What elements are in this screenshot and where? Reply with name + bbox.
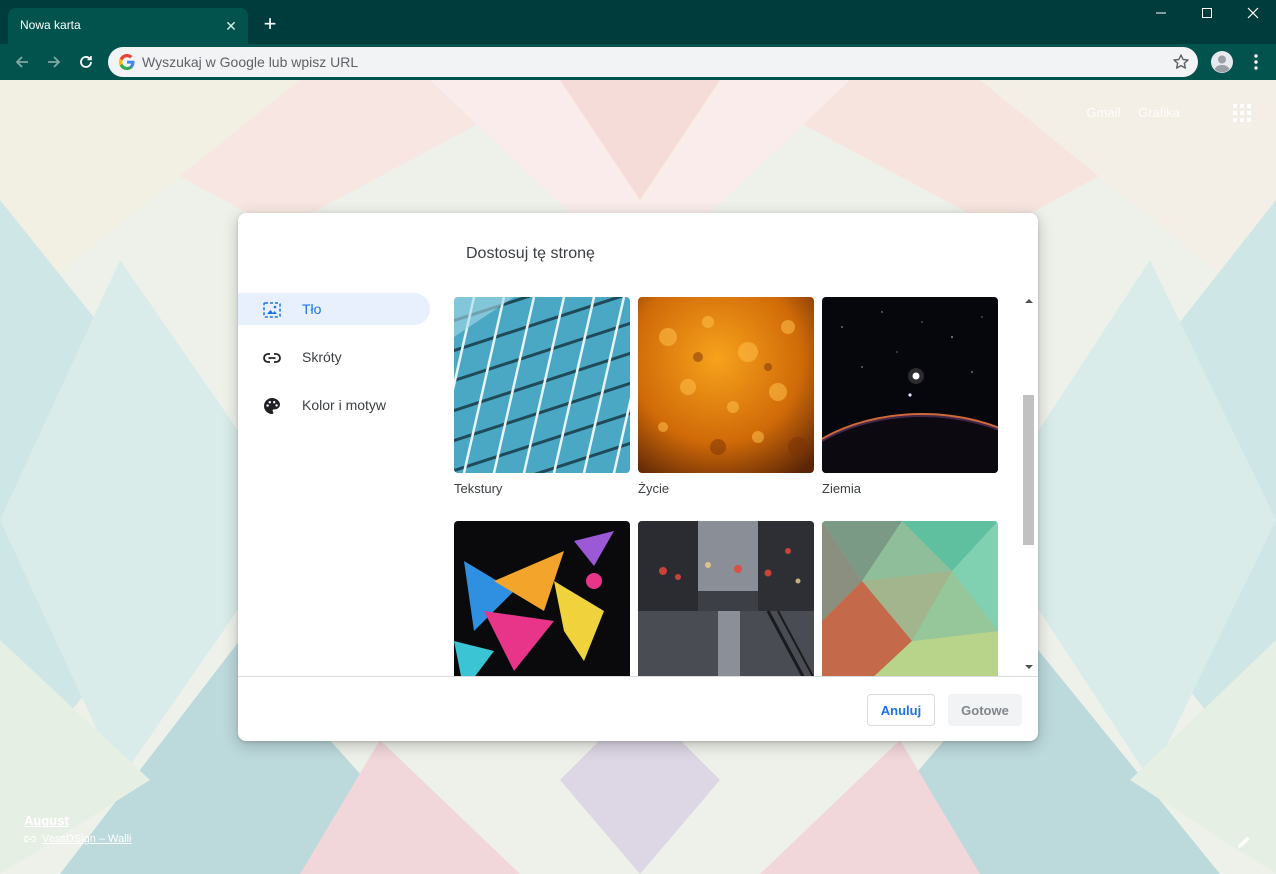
tab-new-tab[interactable]: Nowa karta ✕ xyxy=(8,8,248,44)
background-attribution: August VessDSign – Walli xyxy=(24,813,131,845)
life-thumbnail xyxy=(638,297,814,473)
collection-tile-life[interactable]: Życie xyxy=(638,297,814,496)
minimize-icon xyxy=(1156,12,1166,14)
reload-button[interactable] xyxy=(72,48,100,76)
tab-close-icon[interactable]: ✕ xyxy=(222,17,240,35)
gmail-link[interactable]: Gmail xyxy=(1087,105,1121,120)
background-image-icon xyxy=(263,302,281,318)
sidebar-item-color-theme[interactable]: Kolor i motyw xyxy=(238,389,430,421)
collection-label: Ziemia xyxy=(822,481,862,496)
collection-label: Tekstury xyxy=(454,481,503,496)
earth-thumbnail xyxy=(822,297,998,473)
cancel-button[interactable]: Anuluj xyxy=(867,694,935,726)
google-apps-icon[interactable] xyxy=(1233,104,1251,122)
cityscape-thumbnail xyxy=(638,521,814,676)
back-button[interactable] xyxy=(8,48,36,76)
images-link[interactable]: Grafika xyxy=(1138,105,1180,120)
sidebar-item-shortcuts[interactable]: Skróty xyxy=(238,341,430,373)
reload-icon xyxy=(80,56,92,68)
scroll-up-arrow-icon[interactable] xyxy=(1025,297,1033,305)
scroll-down-arrow-icon[interactable] xyxy=(1025,663,1033,671)
done-button[interactable]: Gotowe xyxy=(948,694,1022,726)
link-icon xyxy=(263,353,281,363)
collection-label: Życie xyxy=(638,481,670,496)
forward-button[interactable] xyxy=(40,48,68,76)
collection-tile-geometric[interactable] xyxy=(822,521,998,676)
omnibox-input[interactable] xyxy=(142,47,1142,77)
dialog-footer-divider xyxy=(238,676,1038,677)
maximize-icon xyxy=(1202,8,1212,18)
attribution-link-row[interactable]: VessDSign – Walli xyxy=(24,833,131,845)
close-icon xyxy=(1247,7,1259,19)
browser-menu-icon[interactable] xyxy=(1244,50,1268,74)
sidebar-item-label: Kolor i motyw xyxy=(302,397,387,413)
forward-arrow-icon xyxy=(48,56,61,68)
new-tab-button[interactable]: + xyxy=(258,12,282,36)
sidebar-item-label: Skróty xyxy=(302,349,342,365)
collection-tile-cityscapes[interactable] xyxy=(638,521,814,676)
browser-toolbar xyxy=(0,44,1276,80)
palette-icon xyxy=(264,398,280,414)
profile-avatar-icon[interactable] xyxy=(1210,50,1234,74)
omnibox[interactable] xyxy=(108,47,1198,77)
scroll-thumb[interactable] xyxy=(1023,395,1034,545)
attribution-link[interactable]: VessDSign – Walli xyxy=(42,833,131,845)
maximize-button[interactable] xyxy=(1184,0,1230,30)
art-thumbnail xyxy=(454,521,630,676)
collection-tile-textures[interactable]: Tekstury xyxy=(454,297,630,496)
sidebar-item-label: Tło xyxy=(302,301,322,317)
top-links: Gmail Grafika xyxy=(1073,105,1180,120)
dialog-title: Dostosuj tę stronę xyxy=(466,245,595,262)
customize-dialog: Dostosuj tę stronę Tło Skróty Kolor i mo… xyxy=(238,213,1038,741)
sidebar-item-background[interactable]: Tło xyxy=(238,293,430,325)
link-icon xyxy=(24,835,36,843)
tab-title: Nowa karta xyxy=(20,18,81,32)
attribution-title[interactable]: August xyxy=(24,813,131,828)
bookmark-star-icon[interactable] xyxy=(1172,53,1190,71)
close-window-button[interactable] xyxy=(1230,0,1276,30)
back-arrow-icon xyxy=(15,56,28,68)
collection-tile-art[interactable] xyxy=(454,521,630,676)
geometric-shapes-thumbnail xyxy=(822,521,998,676)
collection-tile-earth[interactable]: Ziemia xyxy=(822,297,998,496)
google-g-icon xyxy=(119,54,135,70)
minimize-button[interactable] xyxy=(1138,0,1184,30)
textures-thumbnail xyxy=(454,297,630,473)
collections-scrollbar[interactable] xyxy=(1022,293,1036,676)
background-collections-grid: Tekstury Życie Ziemia xyxy=(454,297,1020,676)
browser-title-bar: Nowa karta ✕ + xyxy=(0,0,1276,44)
customize-pencil-icon[interactable] xyxy=(1236,834,1252,850)
